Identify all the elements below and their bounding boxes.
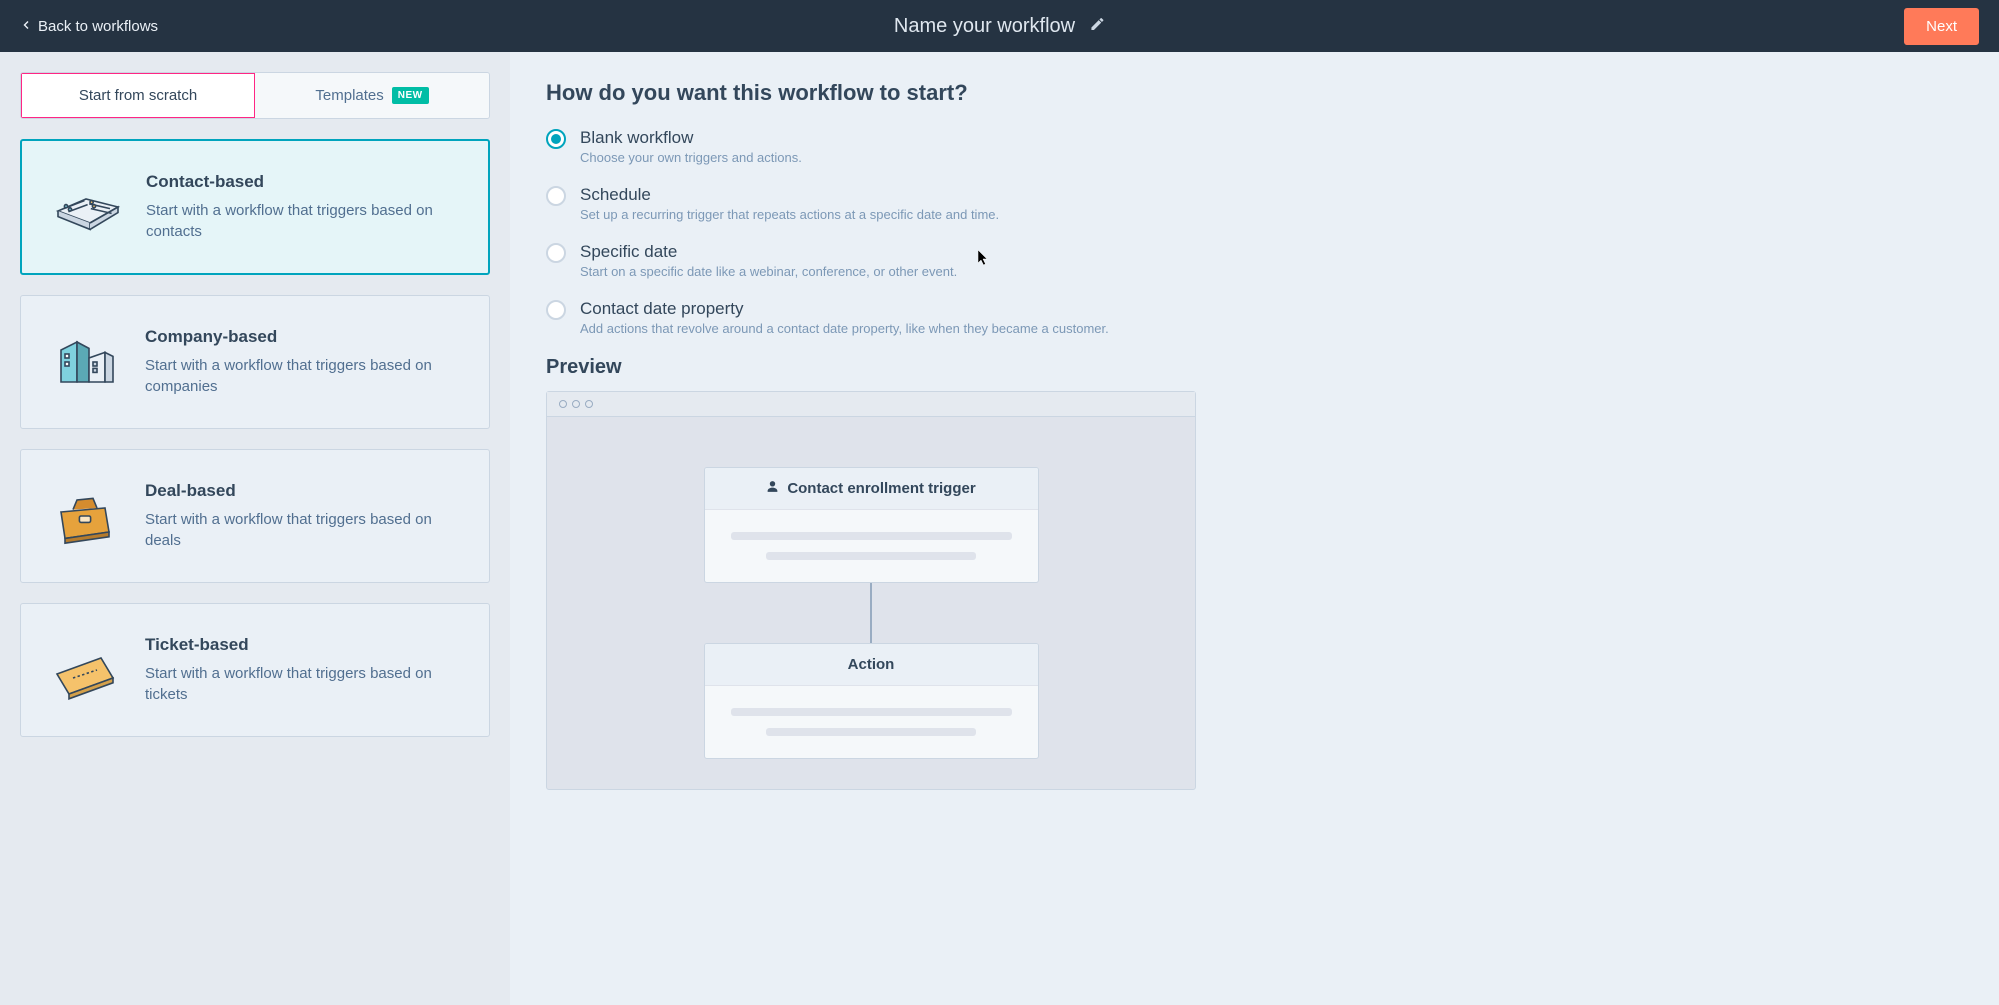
start-option-schedule[interactable]: Schedule Set up a recurring trigger that… [546, 185, 1963, 222]
body-wrap: Start from scratch Templates NEW [0, 52, 1999, 1005]
workflow-type-company[interactable]: Company-based Start with a workflow that… [20, 295, 490, 429]
start-option-specific-date[interactable]: Specific date Start on a specific date l… [546, 242, 1963, 279]
window-dot-icon [585, 400, 593, 408]
action-label: Action [848, 656, 895, 673]
workflow-type-contact[interactable]: Contact-based Start with a workflow that… [20, 139, 490, 275]
topbar: Back to workflows Name your workflow Nex… [0, 0, 1999, 52]
skeleton-line [731, 532, 1012, 540]
back-label: Back to workflows [38, 18, 158, 35]
skeleton-line [731, 708, 1012, 716]
radio-dot-icon [546, 129, 566, 149]
action-node-header: Action [705, 644, 1038, 686]
ticket-title: Ticket-based [145, 635, 465, 655]
tab-row: Start from scratch Templates NEW [20, 72, 490, 119]
next-button[interactable]: Next [1904, 8, 1979, 45]
deal-icon [45, 476, 125, 556]
preview-canvas: Contact enrollment trigger Action [547, 417, 1195, 789]
window-dot-icon [559, 400, 567, 408]
connector-line [870, 583, 872, 643]
chevron-left-icon [20, 18, 32, 35]
radio-dot-icon [546, 243, 566, 263]
option-schedule-label: Schedule [580, 185, 999, 205]
option-blank-label: Blank workflow [580, 128, 802, 148]
preview-heading: Preview [546, 356, 1963, 379]
ticket-icon [45, 630, 125, 710]
trigger-label: Contact enrollment trigger [787, 480, 975, 497]
company-title: Company-based [145, 327, 465, 347]
company-desc: Start with a workflow that triggers base… [145, 355, 465, 397]
action-node: Action [704, 643, 1039, 759]
preview-box: Contact enrollment trigger Action [546, 391, 1196, 790]
contact-title: Contact-based [146, 172, 464, 192]
option-blank-desc: Choose your own triggers and actions. [580, 150, 802, 165]
new-badge: NEW [392, 87, 429, 104]
back-to-workflows-link[interactable]: Back to workflows [20, 18, 158, 35]
start-option-blank[interactable]: Blank workflow Choose your own triggers … [546, 128, 1963, 165]
preview-window-header [547, 392, 1195, 417]
trigger-node-header: Contact enrollment trigger [705, 468, 1038, 510]
option-cdp-desc: Add actions that revolve around a contac… [580, 321, 1109, 336]
ticket-desc: Start with a workflow that triggers base… [145, 663, 465, 705]
workflow-title-text: Name your workflow [894, 15, 1075, 38]
deal-desc: Start with a workflow that triggers base… [145, 509, 465, 551]
skeleton-line [766, 552, 977, 560]
company-icon [45, 322, 125, 402]
tab-start-from-scratch[interactable]: Start from scratch [21, 73, 255, 118]
option-schedule-desc: Set up a recurring trigger that repeats … [580, 207, 999, 222]
workflow-type-ticket[interactable]: Ticket-based Start with a workflow that … [20, 603, 490, 737]
option-date-desc: Start on a specific date like a webinar,… [580, 264, 957, 279]
tab-templates[interactable]: Templates NEW [255, 73, 489, 118]
radio-dot-icon [546, 186, 566, 206]
window-dot-icon [572, 400, 580, 408]
trigger-node: Contact enrollment trigger [704, 467, 1039, 583]
workflow-title[interactable]: Name your workflow [894, 15, 1105, 38]
start-option-contact-date-property[interactable]: Contact date property Add actions that r… [546, 299, 1963, 336]
user-icon [766, 480, 779, 497]
radio-dot-icon [546, 300, 566, 320]
workflow-type-deal[interactable]: Deal-based Start with a workflow that tr… [20, 449, 490, 583]
start-question: How do you want this workflow to start? [546, 80, 1963, 106]
pencil-icon[interactable] [1089, 15, 1105, 38]
contact-icon [46, 167, 126, 247]
option-cdp-label: Contact date property [580, 299, 1109, 319]
tab-templates-label: Templates [315, 87, 383, 104]
left-sidebar: Start from scratch Templates NEW [0, 52, 510, 1005]
contact-desc: Start with a workflow that triggers base… [146, 200, 464, 242]
right-panel: How do you want this workflow to start? … [510, 52, 1999, 1005]
option-date-label: Specific date [580, 242, 957, 262]
deal-title: Deal-based [145, 481, 465, 501]
tab-scratch-label: Start from scratch [79, 87, 197, 104]
skeleton-line [766, 728, 977, 736]
